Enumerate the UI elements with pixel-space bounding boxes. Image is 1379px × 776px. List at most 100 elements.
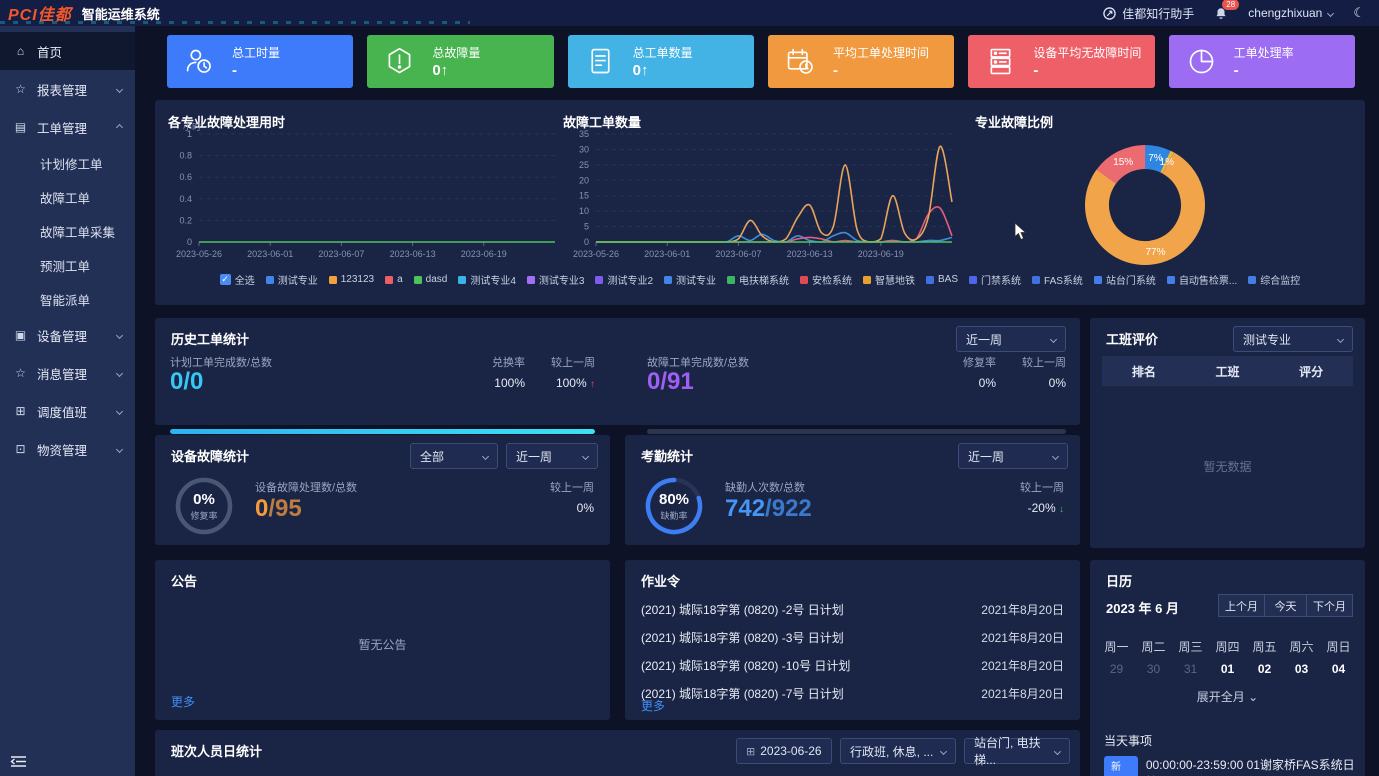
legend-swatch — [1094, 276, 1102, 284]
sidebar-item-工单管理[interactable]: ▤ 工单管理 — [0, 108, 135, 146]
weekday-label: 周六 — [1283, 638, 1320, 655]
legend-select-all[interactable]: ✓全选 — [220, 272, 255, 287]
sidebar-item-故障工单采集[interactable]: 故障工单采集 — [0, 214, 135, 248]
notifications-button[interactable]: 28 — [1214, 6, 1228, 21]
calendar-button-今天[interactable]: 今天 — [1265, 594, 1307, 617]
legend-item-智慧地铁[interactable]: 智慧地铁 — [863, 272, 915, 287]
svg-text:10: 10 — [579, 206, 589, 216]
sidebar-item-故障工单[interactable]: 故障工单 — [0, 180, 135, 214]
sidebar-item-调度值班[interactable]: ⊞ 调度值班 — [0, 392, 135, 430]
message-icon: ☆ — [13, 366, 28, 380]
sidebar-item-设备管理[interactable]: ▣ 设备管理 — [0, 316, 135, 354]
calendar-date-29[interactable]: 29 — [1098, 662, 1135, 676]
sidebar-item-预测工单[interactable]: 预测工单 — [0, 248, 135, 282]
work-order-name: (2021) 城际18字第 (0820) -10号 日计划 — [641, 657, 850, 674]
device-scope-select[interactable]: 全部 — [410, 443, 498, 469]
calendar-date-01[interactable]: 01 — [1209, 662, 1246, 676]
sidebar-collapse-button[interactable] — [10, 755, 27, 768]
sidebar-item-计划修工单[interactable]: 计划修工单 — [0, 146, 135, 180]
sidebar-item-label: 预测工单 — [40, 256, 90, 275]
stat-cards-row: 总工时量 - 总故障量 0↑ 总工单数量 0↑ 平均工单处理时间 - 设备平均无… — [167, 35, 1355, 88]
legend-item-123123[interactable]: 123123 — [329, 274, 374, 285]
stat-label: 总工单数量 — [633, 44, 693, 61]
legend-item-安检系统[interactable]: 安检系统 — [800, 272, 852, 287]
stat-card-平均工单处理时间: 平均工单处理时间 - — [768, 35, 954, 88]
calendar-date-30[interactable]: 30 — [1135, 662, 1172, 676]
work-order-row[interactable]: (2021) 城际18字第 (0820) -3号 日计划 2021年8月20日 — [641, 624, 1064, 651]
schedule-icon: ⊞ — [13, 404, 28, 418]
work-order-name: (2021) 城际18字第 (0820) -3号 日计划 — [641, 629, 844, 646]
legend-item-dasd[interactable]: dasd — [414, 274, 448, 285]
sidebar-item-label: 消息管理 — [37, 364, 87, 383]
attendance-period-select[interactable]: 近一周 — [958, 443, 1068, 469]
legend-item-测试专业[interactable]: 测试专业 — [266, 272, 318, 287]
calendar-event[interactable]: 新建 00:00:00-23:59:00 01谢家桥FAS系统日检 — [1104, 756, 1365, 776]
work-more-link[interactable]: 更多 — [641, 697, 665, 714]
sidebar-item-首页[interactable]: ⌂ 首页 — [0, 32, 135, 70]
svg-text:2023-05-26: 2023-05-26 — [573, 249, 619, 259]
legend-item-BAS[interactable]: BAS — [926, 274, 958, 285]
legend-item-测试专业3[interactable]: 测试专业3 — [527, 272, 585, 287]
history-period-select[interactable]: 近一周 — [956, 326, 1066, 352]
theme-toggle-moon-icon[interactable]: ☾ — [1353, 5, 1365, 21]
legend-swatch — [1248, 276, 1256, 284]
sidebar-item-消息管理[interactable]: ☆ 消息管理 — [0, 354, 135, 392]
chevron-down-icon — [116, 407, 123, 414]
sidebar-item-物资管理[interactable]: ⊡ 物资管理 — [0, 430, 135, 468]
stat-value: - — [1234, 62, 1294, 79]
legend-item-综合监控[interactable]: 综合监控 — [1248, 272, 1300, 287]
planned-progress-bar — [170, 429, 595, 434]
legend-item-测试专业4[interactable]: 测试专业4 — [458, 272, 516, 287]
stat-card-设备平均无故障时间: 设备平均无故障时间 - — [968, 35, 1154, 88]
work-order-row[interactable]: (2021) 城际18字第 (0820) -7号 日计划 2021年8月20日 — [641, 680, 1064, 707]
legend-item-测试专业2[interactable]: 测试专业2 — [595, 272, 653, 287]
legend-item-门禁系统[interactable]: 门禁系统 — [969, 272, 1021, 287]
legend-swatch — [1167, 276, 1175, 284]
chevron-down-icon — [482, 452, 489, 459]
legend-item-站台门系统[interactable]: 站台门系统 — [1094, 272, 1156, 287]
pie-icon — [1185, 45, 1218, 78]
work-order-date: 2021年8月20日 — [981, 685, 1064, 702]
calendar-date-02[interactable]: 02 — [1246, 662, 1283, 676]
shift-date-picker[interactable]: ⊞2023-06-26 — [736, 738, 832, 764]
sidebar-item-label: 设备管理 — [37, 326, 87, 345]
material-icon: ⊡ — [13, 442, 28, 456]
shift-system-select[interactable]: 站台门, 电扶梯... — [964, 738, 1070, 764]
legend-item-a[interactable]: a — [385, 274, 403, 285]
work-order-row[interactable]: (2021) 城际18字第 (0820) -2号 日计划 2021年8月20日 — [641, 596, 1064, 623]
weekday-label: 周四 — [1209, 638, 1246, 655]
calendar-expand-link[interactable]: 展开全月 ⌄ — [1090, 688, 1365, 705]
user-menu[interactable]: chengzhixuan — [1248, 6, 1333, 20]
work-order-row[interactable]: (2021) 城际18字第 (0820) -10号 日计划 2021年8月20日 — [641, 652, 1064, 679]
sidebar-item-智能派单[interactable]: 智能派单 — [0, 282, 135, 316]
attendance-value: 742/922 — [725, 495, 812, 523]
legend-item-FAS系统[interactable]: FAS系统 — [1032, 272, 1083, 287]
legend-swatch — [414, 276, 422, 284]
svg-text:0.8: 0.8 — [179, 151, 192, 161]
calendar-button-上个月[interactable]: 上个月 — [1218, 594, 1265, 617]
calendar-date-31[interactable]: 31 — [1172, 662, 1209, 676]
calendar-date-04[interactable]: 04 — [1320, 662, 1357, 676]
donut-chart-fault-ratio: 7%1%77%15% — [970, 108, 1360, 273]
chevron-down-icon — [116, 369, 123, 376]
device-period-select[interactable]: 近一周 — [506, 443, 598, 469]
assistant-button[interactable]: 佳都知行助手 — [1103, 5, 1194, 22]
stat-label: 总工时量 — [232, 44, 280, 61]
notice-more-link[interactable]: 更多 — [171, 693, 195, 710]
legend-item-测试专业[interactable]: 测试专业 — [664, 272, 716, 287]
username: chengzhixuan — [1248, 6, 1322, 20]
legend-item-自动售检票...[interactable]: 自动售检票... — [1167, 272, 1237, 287]
event-text: 00:00:00-23:59:00 01谢家桥FAS系统日检 — [1146, 756, 1365, 776]
device-icon: ▣ — [13, 328, 28, 342]
legend-item-电扶梯系统[interactable]: 电扶梯系统 — [727, 272, 789, 287]
svg-text:25: 25 — [579, 160, 589, 170]
calendar-date-03[interactable]: 03 — [1283, 662, 1320, 676]
history-orders-panel: 历史工单统计 近一周 计划工单完成数/总数 0/0 兑换率 较上一周 100% … — [155, 318, 1080, 425]
stat-label: 平均工单处理时间 — [833, 44, 929, 61]
team-major-select[interactable]: 测试专业 — [1233, 326, 1353, 352]
chevron-down-icon — [116, 85, 123, 92]
shift-type-select[interactable]: 行政班, 休息, ... — [840, 738, 956, 764]
calendar-button-下个月[interactable]: 下个月 — [1307, 594, 1353, 617]
work-order-name: (2021) 城际18字第 (0820) -7号 日计划 — [641, 685, 844, 702]
sidebar-item-报表管理[interactable]: ☆ 报表管理 — [0, 70, 135, 108]
